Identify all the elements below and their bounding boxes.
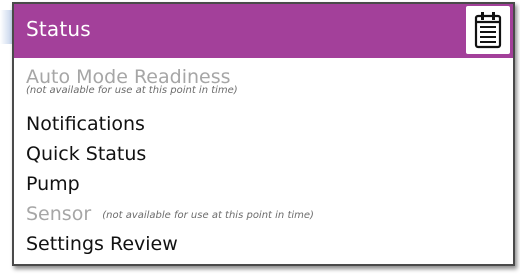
menu-item-label: Sensor [26, 203, 92, 225]
menu-item-notifications[interactable]: Notifications [26, 113, 505, 143]
header-title: Status [26, 17, 91, 41]
menu-item-label: Pump [26, 173, 80, 195]
menu-item-note: (not available for use at this point in … [26, 85, 238, 96]
status-menu-list: Auto Mode Readiness (not available for u… [26, 66, 505, 263]
menu-item-settings-review[interactable]: Settings Review [26, 233, 505, 263]
notepad-icon [466, 6, 510, 54]
menu-item-auto-mode-readiness: Auto Mode Readiness (not available for u… [26, 66, 505, 113]
menu-item-label: Quick Status [26, 143, 147, 165]
menu-item-label: Settings Review [26, 233, 178, 255]
menu-item-label: Notifications [26, 113, 145, 135]
screen: Status Auto Mode Readiness (not availabl… [0, 0, 520, 274]
menu-item-sensor: Sensor (not available for use at this po… [26, 203, 505, 233]
status-menu-panel: Status Auto Mode Readiness (not availabl… [12, 2, 515, 266]
menu-item-note: (not available for use at this point in … [102, 210, 314, 221]
status-header: Status [14, 4, 513, 58]
menu-item-quick-status[interactable]: Quick Status [26, 143, 505, 173]
menu-item-pump[interactable]: Pump [26, 173, 505, 203]
